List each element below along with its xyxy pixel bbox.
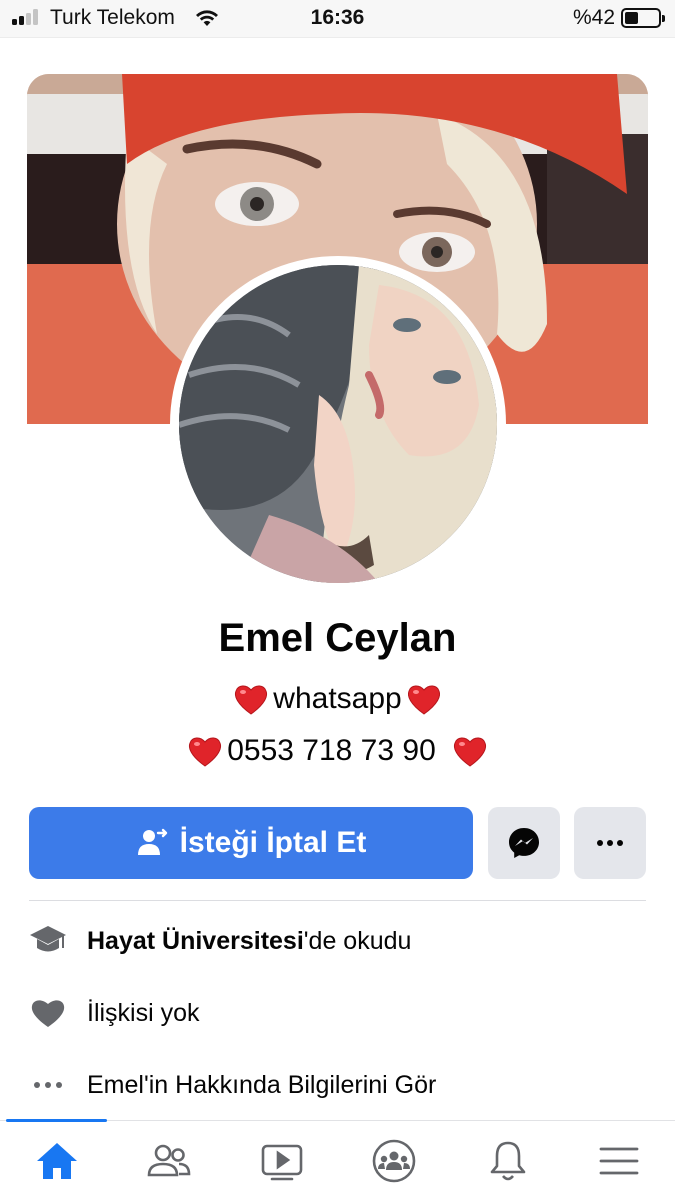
battery-icon [621, 8, 665, 28]
menu-icon [599, 1147, 639, 1175]
see-about-text: Emel'in Hakkında Bilgilerini Gör [87, 1070, 437, 1099]
education-text: Hayat Üniversitesi'de okudu [87, 927, 411, 956]
bio-line-phone: 0553 718 73 90 [0, 734, 675, 768]
relationship-row[interactable]: İlişkisi yok [29, 988, 646, 1038]
battery-level [625, 12, 639, 24]
profile-picture-ring[interactable] [170, 256, 506, 592]
bottom-navigation [0, 1119, 675, 1200]
nav-home[interactable] [29, 1135, 85, 1187]
school-name[interactable]: Hayat Üniversitesi [87, 927, 304, 955]
messenger-icon [509, 828, 539, 858]
groups-icon [372, 1139, 416, 1183]
nav-friends[interactable] [141, 1135, 197, 1187]
friends-icon [147, 1144, 191, 1177]
profile-name: Emel Ceylan [218, 616, 457, 660]
heart-emoji-icon [189, 737, 222, 767]
profile-picture-image [179, 265, 497, 583]
watch-icon [261, 1144, 303, 1181]
more-options-button[interactable] [574, 807, 646, 879]
battery-percent: %42 [572, 6, 615, 29]
heart-icon [29, 994, 67, 1032]
messenger-button[interactable] [488, 807, 560, 879]
education-row[interactable]: Hayat Üniversitesi'de okudu [29, 916, 646, 966]
relationship-text: İlişkisi yok [87, 998, 200, 1027]
bio-whatsapp-text: whatsapp [273, 682, 402, 715]
nav-notifications[interactable] [480, 1135, 536, 1187]
see-about-row[interactable]: Emel'in Hakkında Bilgilerini Gör [29, 1060, 646, 1110]
cancel-request-label: İsteği İptal Et [179, 826, 367, 859]
cancel-request-button[interactable]: İsteği İptal Et [29, 807, 473, 879]
heart-emoji-icon [407, 685, 440, 715]
nav-watch[interactable] [254, 1135, 310, 1187]
nav-groups[interactable] [366, 1135, 422, 1187]
graduation-cap-icon [29, 922, 67, 960]
status-bar: Turk Telekom 16:36 %42 [0, 0, 675, 38]
bio-phone-text: 0553 718 73 90 [227, 734, 436, 767]
ellipsis-icon [29, 1066, 67, 1104]
heart-emoji-icon [453, 737, 486, 767]
more-icon [597, 840, 623, 846]
profile-picture[interactable] [179, 265, 497, 583]
home-icon [37, 1143, 77, 1179]
heart-emoji-icon [235, 685, 268, 715]
active-tab-indicator [6, 1119, 107, 1122]
notifications-icon [490, 1141, 526, 1181]
divider [29, 900, 646, 901]
nav-menu[interactable] [591, 1135, 647, 1187]
education-suffix: 'de okudu [303, 926, 412, 955]
cancel-friend-request-icon [137, 828, 167, 855]
bio-line-whatsapp: whatsapp [0, 682, 675, 716]
